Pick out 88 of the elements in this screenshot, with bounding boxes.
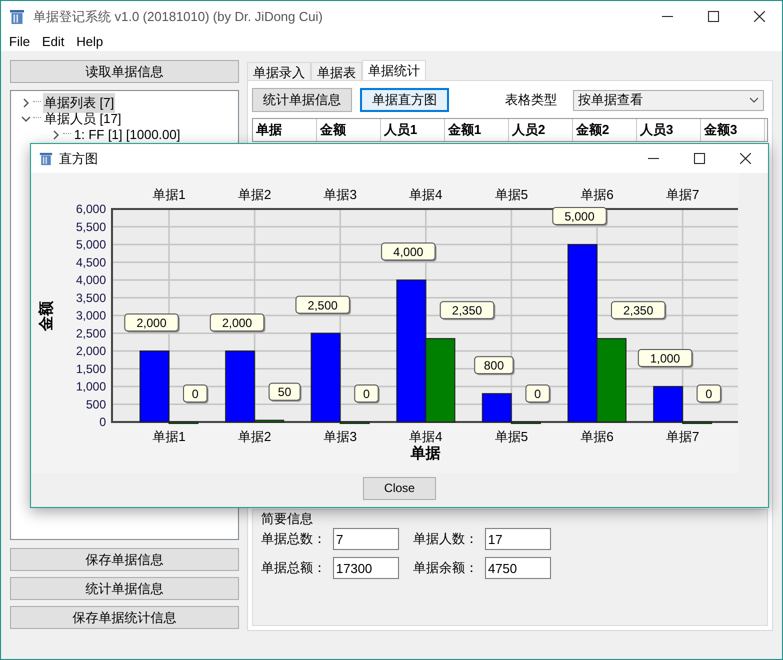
- column-header: 金额1: [445, 119, 509, 141]
- column-header: 人员1: [381, 119, 445, 141]
- value-label: 4,000: [381, 242, 437, 262]
- value-label: 2,500: [295, 296, 351, 315]
- field-label: 单据总额：: [261, 559, 327, 578]
- y-tick-label: 5,500: [76, 220, 106, 234]
- menu-item[interactable]: Help: [70, 32, 110, 52]
- x-tick-label: 单据2: [238, 429, 272, 444]
- action-button[interactable]: 保存单据统计信息: [10, 606, 239, 629]
- maximize-icon[interactable]: [708, 11, 718, 22]
- value-label: 0: [183, 384, 208, 404]
- action-button[interactable]: 保存单据信息: [10, 548, 239, 571]
- toolbar-button[interactable]: 统计单据信息: [252, 88, 352, 112]
- y-tick-label: 2,000: [76, 344, 106, 358]
- menu-item[interactable]: Edit: [36, 32, 70, 52]
- close-icon[interactable]: [740, 153, 750, 164]
- y-tick-label: 5,000: [76, 238, 106, 252]
- dialog-title: 直方图: [59, 150, 99, 168]
- y-tick-label: 4,000: [76, 273, 106, 287]
- x-tick-label: 单据5: [494, 429, 528, 444]
- value-label: 2,350: [611, 301, 666, 320]
- y-tick-label: 3,500: [76, 290, 106, 305]
- input-field[interactable]: 4750: [485, 557, 551, 579]
- y-tick-label: 0: [99, 415, 106, 429]
- app-icon: [9, 8, 25, 24]
- x-tick-label: 单据4: [409, 187, 442, 202]
- column-header: 金额2: [573, 119, 637, 141]
- value-label: 0: [354, 384, 380, 404]
- y-tick-label: 1,000: [76, 380, 106, 394]
- x-tick-label: 单据2: [238, 187, 272, 202]
- y-axis-title: 金额: [38, 301, 55, 331]
- menu-item[interactable]: File: [3, 32, 36, 52]
- toolbar-button[interactable]: 单据直方图: [360, 88, 449, 112]
- chevron-down-icon[interactable]: [21, 114, 31, 124]
- value-label: 2,350: [440, 301, 496, 320]
- tab[interactable]: 单据表: [311, 62, 362, 80]
- y-tick-label: 6,000: [76, 202, 106, 216]
- chevron-right-icon[interactable]: [21, 98, 31, 108]
- input-field[interactable]: 17300: [333, 557, 399, 579]
- input-field[interactable]: 7: [333, 528, 399, 550]
- tab[interactable]: 单据录入: [247, 62, 311, 80]
- x-axis-title: 单据: [410, 445, 440, 462]
- action-button[interactable]: 统计单据信息: [10, 577, 239, 600]
- column-header: 单据: [253, 119, 317, 141]
- y-tick-label: 4,500: [76, 255, 106, 270]
- column-header: 人员3: [637, 119, 701, 141]
- table-type-label: 表格类型: [505, 91, 557, 110]
- window-title: 单据登记系统 v1.0 (20181010) (by Dr. JiDong Cui): [33, 8, 324, 26]
- x-tick-label: 单据5: [494, 187, 528, 202]
- group-title: 简要信息: [261, 512, 314, 525]
- y-tick-label: 2,500: [76, 326, 106, 340]
- field-label: 单据余额：: [413, 559, 479, 578]
- value-label: 50: [268, 382, 302, 402]
- close-icon[interactable]: [754, 11, 764, 22]
- chevron-down-icon: [749, 97, 759, 103]
- value-label: 0: [696, 384, 722, 404]
- y-tick-label: 1,500: [76, 362, 106, 376]
- field-label: 单据人数：: [413, 530, 479, 548]
- x-tick-label: 单据6: [580, 429, 614, 444]
- column-header: 金额: [317, 119, 381, 141]
- y-tick-label: 500: [86, 397, 106, 412]
- value-label: 2,000: [124, 314, 180, 332]
- x-tick-label: 单据1: [152, 187, 186, 202]
- column-header: 金额3: [701, 119, 765, 141]
- maximize-icon[interactable]: [694, 153, 704, 164]
- value-label: 2,000: [210, 314, 266, 332]
- x-tick-label: 单据6: [580, 187, 614, 202]
- input-field[interactable]: 17: [485, 528, 551, 550]
- table-type-dropdown[interactable]: 按单据查看: [573, 90, 764, 110]
- x-tick-label: 单据3: [324, 429, 357, 444]
- chevron-right-icon[interactable]: [51, 130, 61, 140]
- value-label: 1,000: [638, 349, 694, 368]
- y-tick-label: 3,000: [76, 308, 106, 322]
- x-tick-label: 单据7: [666, 429, 700, 444]
- x-tick-label: 单据1: [152, 429, 186, 444]
- tree-item[interactable]: 单据列表 [7]: [43, 93, 116, 113]
- app-icon: [39, 152, 53, 166]
- read-button[interactable]: 读取单据信息: [10, 60, 239, 83]
- x-tick-label: 单据3: [324, 187, 357, 202]
- column-header: 人员2: [509, 119, 573, 141]
- field-label: 单据总数：: [261, 530, 327, 548]
- value-label: 5,000: [552, 207, 608, 226]
- x-tick-label: 单据4: [409, 429, 442, 444]
- value-label: 0: [525, 384, 551, 404]
- x-tick-label: 单据7: [666, 187, 700, 202]
- value-label: 800: [474, 356, 515, 376]
- close-button[interactable]: Close: [363, 476, 436, 500]
- tab[interactable]: 单据统计: [362, 60, 426, 80]
